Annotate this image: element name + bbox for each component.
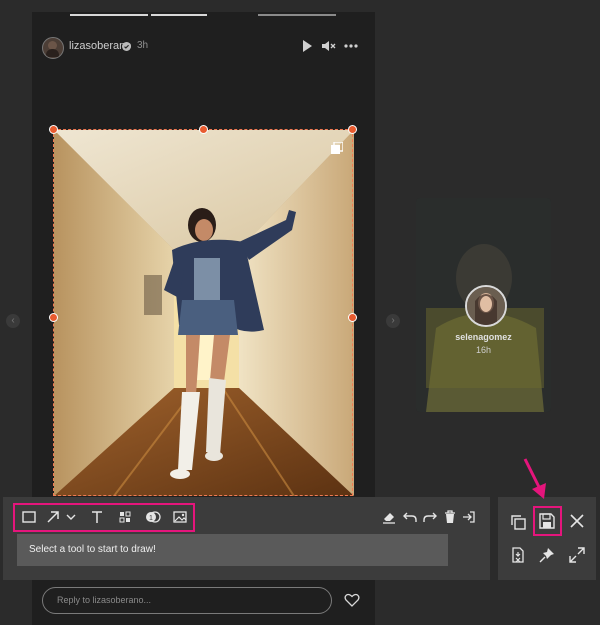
mute-icon[interactable] [320,38,336,54]
close-icon[interactable] [568,512,586,530]
chevron-down-icon[interactable] [65,509,77,525]
pin-icon[interactable] [538,546,556,564]
redo-icon[interactable] [422,509,438,525]
play-icon[interactable] [299,38,315,54]
step-counter-tool-icon[interactable]: 1 [145,509,161,525]
resize-handle[interactable] [49,125,58,134]
reply-input[interactable]: Reply to lizasoberano... [42,587,332,614]
side-story-time: 16h [475,345,492,355]
arrow-tool-icon[interactable] [45,509,61,525]
copy-icon[interactable] [509,513,527,531]
previous-story-button[interactable]: ‹ [6,314,20,328]
status-message: Select a tool to start to draw! [17,534,448,566]
expand-icon[interactable] [568,546,586,564]
avatar[interactable] [42,37,64,59]
side-story-avatar[interactable] [465,285,507,327]
undo-icon[interactable] [402,509,418,525]
resize-handle[interactable] [199,125,208,134]
side-story-username: selenagomez [455,332,512,342]
next-story-button[interactable]: › [386,314,400,328]
save-icon[interactable] [538,512,556,530]
story-progress-segment [151,14,207,16]
selection-rectangle[interactable] [53,129,353,496]
document-check-icon[interactable] [509,546,527,564]
story-progress-segment [70,14,148,16]
svg-text:1: 1 [149,515,153,522]
trash-icon[interactable] [442,509,458,525]
resize-handle[interactable] [348,125,357,134]
pixelate-tool-icon[interactable] [117,509,133,525]
eraser-icon[interactable] [381,509,397,525]
image-tool-icon[interactable] [172,509,188,525]
rectangle-tool-icon[interactable] [21,509,37,525]
more-icon[interactable] [343,38,359,54]
resize-handle[interactable] [49,313,58,322]
resize-handle[interactable] [348,313,357,322]
heart-icon[interactable] [344,592,360,608]
story-progress-segment [258,14,336,16]
exit-icon[interactable] [461,509,477,525]
verified-badge-icon [122,42,131,51]
text-tool-icon[interactable] [89,509,105,525]
story-time: 3h [137,40,149,51]
pointer-arrow-icon [523,458,546,499]
